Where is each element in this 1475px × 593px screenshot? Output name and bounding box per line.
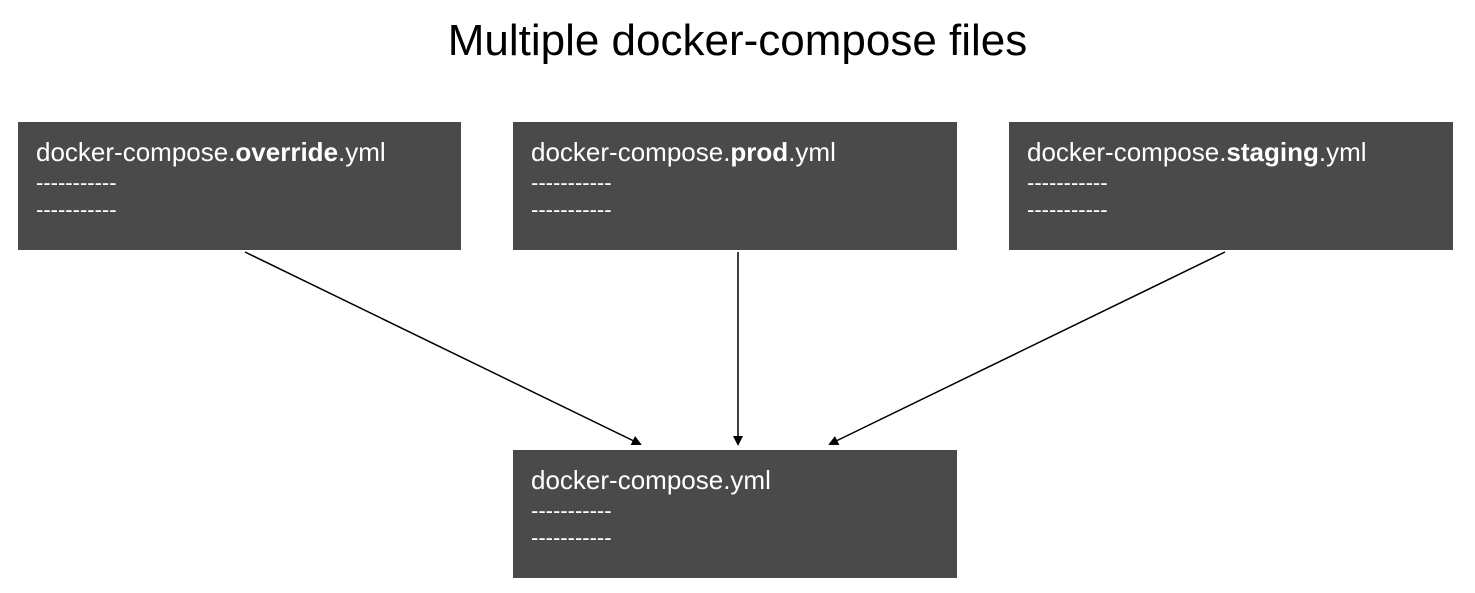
file-box-prod: docker-compose.prod.yml ----------- ----… [513, 122, 957, 250]
file-name-line: docker-compose.override.yml [36, 136, 443, 169]
file-name-line: docker-compose.prod.yml [531, 136, 939, 169]
file-prefix: docker-compose. [36, 137, 235, 167]
placeholder-line: ----------- [531, 169, 939, 197]
file-prefix: docker-compose. [531, 137, 730, 167]
file-variant: override [235, 137, 338, 167]
file-name-line: docker-compose.yml [531, 464, 939, 497]
file-suffix: .yml [788, 137, 836, 167]
placeholder-line: ----------- [1027, 169, 1435, 197]
placeholder-line: ----------- [531, 524, 939, 552]
placeholder-line: ----------- [531, 497, 939, 525]
file-name-line: docker-compose.staging.yml [1027, 136, 1435, 169]
file-suffix: .yml [338, 137, 386, 167]
file-box-base: docker-compose.yml ----------- ---------… [513, 450, 957, 578]
file-box-staging: docker-compose.staging.yml ----------- -… [1009, 122, 1453, 250]
file-suffix: .yml [1319, 137, 1367, 167]
diagram-title: Multiple docker-compose files [0, 16, 1475, 66]
file-box-override: docker-compose.override.yml ----------- … [18, 122, 461, 250]
arrow-override-to-base [245, 252, 640, 444]
file-variant: prod [730, 137, 788, 167]
file-prefix: docker-compose. [1027, 137, 1226, 167]
arrow-staging-to-base [830, 252, 1225, 444]
placeholder-line: ----------- [36, 196, 443, 224]
placeholder-line: ----------- [531, 196, 939, 224]
file-variant: staging [1226, 137, 1318, 167]
placeholder-line: ----------- [1027, 196, 1435, 224]
placeholder-line: ----------- [36, 169, 443, 197]
